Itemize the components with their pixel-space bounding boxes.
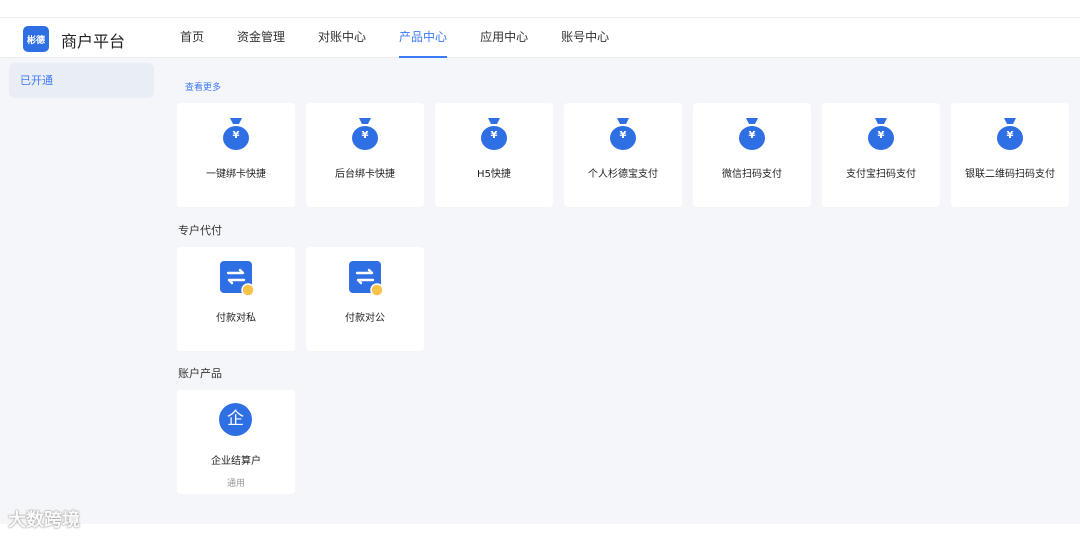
card-label: 银联二维码扫码支付 <box>965 169 1055 180</box>
bottom-strip <box>0 524 1080 540</box>
money-bag-icon: ¥ <box>480 116 508 152</box>
view-more-link[interactable]: 查看更多 <box>185 80 221 93</box>
money-bag-icon: ¥ <box>738 116 766 152</box>
card-label: 付款对私 <box>216 313 256 324</box>
card-label: H5快捷 <box>477 169 511 180</box>
brand-title: 商户平台 <box>61 32 126 51</box>
card-label: 支付宝扫码支付 <box>846 169 916 180</box>
product-card-private-payout[interactable]: 付款对私 <box>177 247 295 351</box>
main-nav: 首页 资金管理 对账中心 产品中心 应用中心 账号中心 <box>162 18 642 58</box>
product-card-payment[interactable]: ¥ 后台绑卡快捷 <box>306 103 424 207</box>
product-card-payment[interactable]: ¥ 支付宝扫码支付 <box>822 103 940 207</box>
product-card-enterprise-settlement[interactable]: 企 企业结算户 通用 <box>177 390 295 494</box>
money-bag-icon: ¥ <box>996 116 1024 152</box>
card-label: 微信扫码支付 <box>722 169 782 180</box>
nav-product-center[interactable]: 产品中心 <box>399 18 448 58</box>
card-sub-label: 通用 <box>226 479 245 489</box>
money-bag-icon: ¥ <box>222 116 250 152</box>
nav-reconciliation-center[interactable]: 对账中心 <box>318 18 366 58</box>
sidebar-item-activated[interactable]: 已开通 <box>9 63 154 98</box>
top-navigation-bar: 彬德 商户平台 首页 资金管理 对账中心 产品中心 应用中心 账号中心 <box>0 17 1080 58</box>
card-label: 付款对公 <box>345 313 385 324</box>
nav-fund-management[interactable]: 资金管理 <box>237 18 285 58</box>
money-bag-icon: ¥ <box>867 116 895 152</box>
watermark: 大数跨境 <box>8 510 80 531</box>
nav-home[interactable]: 首页 <box>180 18 204 58</box>
product-card-payment[interactable]: ¥ 个人杉德宝支付 <box>564 103 682 207</box>
money-bag-icon: ¥ <box>351 116 379 152</box>
card-label: 企业结算户 <box>211 456 261 467</box>
section-title-payout: 专户代付 <box>178 224 222 237</box>
product-card-payment[interactable]: ¥ 微信扫码支付 <box>693 103 811 207</box>
nav-account-center[interactable]: 账号中心 <box>561 18 609 58</box>
product-card-payment[interactable]: ¥ 银联二维码扫码支付 <box>951 103 1069 207</box>
card-label: 后台绑卡快捷 <box>335 169 395 180</box>
sidebar: 已开通 <box>0 58 162 524</box>
card-label: 个人杉德宝支付 <box>588 169 658 180</box>
card-label: 一键绑卡快捷 <box>206 169 266 180</box>
product-card-payment[interactable]: ¥ H5快捷 <box>435 103 553 207</box>
money-bag-icon: ¥ <box>609 116 637 152</box>
brand-logo[interactable]: 彬德 <box>23 26 49 52</box>
nav-application-center[interactable]: 应用中心 <box>480 18 528 58</box>
enterprise-icon: 企 <box>218 403 254 439</box>
main-content: 查看更多 ¥ 一键绑卡快捷 ¥ 后台绑卡快捷 ¥ H5快捷 ¥ 个人杉德宝支付 ¥ 微信扫码支付 ¥… <box>162 58 1080 524</box>
transfer-public-icon <box>347 260 384 297</box>
product-card-public-payout[interactable]: 付款对公 <box>306 247 424 351</box>
transfer-private-icon <box>218 260 255 297</box>
product-card-payment[interactable]: ¥ 一键绑卡快捷 <box>177 103 295 207</box>
section-title-account-products: 账户产品 <box>178 367 222 380</box>
